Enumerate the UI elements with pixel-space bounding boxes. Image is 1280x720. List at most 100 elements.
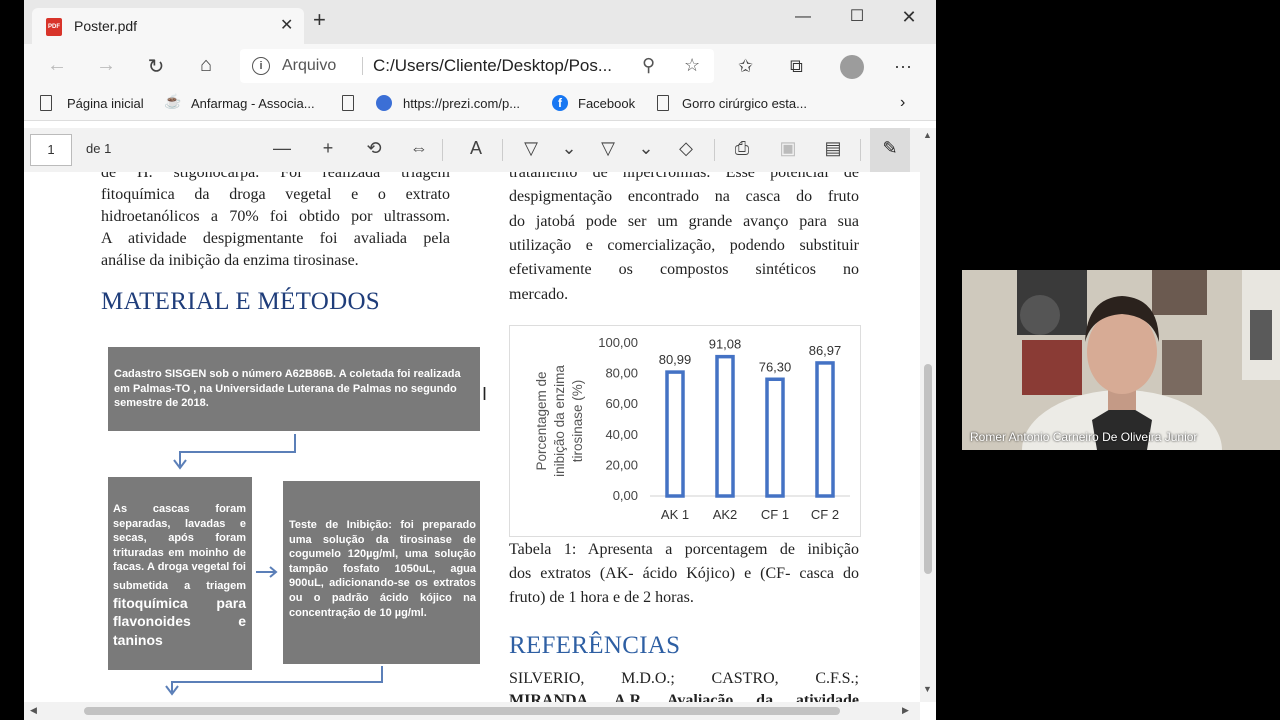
- text-line: efetivamente os compostos sintéticos no: [509, 261, 859, 279]
- close-tab-icon[interactable]: ✕: [280, 15, 293, 35]
- page-icon: [40, 95, 52, 111]
- flow-box-registration-text: Cadastro SISGEN sob o número A62B86B. A …: [114, 368, 461, 410]
- refresh-icon[interactable]: ↻: [143, 54, 169, 79]
- maximize-icon[interactable]: ☐: [842, 6, 872, 28]
- vertical-scroll-thumb[interactable]: [924, 364, 932, 574]
- info-icon[interactable]: i: [252, 57, 270, 75]
- x-tick-label: CF 1: [761, 507, 789, 522]
- flow-box-preparation-highlight: fitoquímica para flavonoides e taninos: [113, 594, 246, 648]
- favorites-bar: Página inicial ☕ Anfarmag - Associa... h…: [24, 90, 936, 121]
- prezi-icon: [376, 95, 392, 111]
- new-tab-icon[interactable]: +: [313, 9, 326, 31]
- webcam-video: Romer Antonio Carneiro De Oliveira Junio…: [962, 270, 1280, 450]
- text-line: despigmentação encontrado na casca do fr…: [509, 188, 859, 206]
- horizontal-scrollbar[interactable]: ◀ ▶: [24, 702, 920, 720]
- zoom-out-icon[interactable]: —: [270, 138, 294, 159]
- chart-container: 0,00 20,00 40,00 60,00 80,00 100,00 80,99 AK 1 9…: [509, 325, 861, 537]
- browser-window: PDF Poster.pdf ✕ + — ☐ ✕ ← → ↻ ⌂ i Arqui…: [24, 0, 936, 720]
- draw-icon[interactable]: ▽: [519, 138, 543, 159]
- address-scheme-label: Arquivo: [282, 57, 337, 74]
- data-label: 80,99: [659, 352, 692, 367]
- chevron-right-icon[interactable]: ›: [900, 94, 905, 112]
- print-icon[interactable]: ⎙: [730, 138, 754, 159]
- back-icon[interactable]: ←: [44, 54, 70, 77]
- favorite-facebook[interactable]: Facebook: [578, 96, 635, 111]
- bar-ak1: [665, 370, 685, 498]
- pin-toolbar-button[interactable]: ✎: [870, 128, 910, 172]
- reference-line-1: SILVERIO, M.D.O.; CASTRO, C.F.S.;: [509, 670, 859, 687]
- scroll-down-icon[interactable]: ▼: [923, 684, 932, 694]
- read-aloud-icon[interactable]: A: [464, 138, 488, 159]
- save-as-icon[interactable]: ▤: [821, 138, 845, 159]
- favorite-pagina-inicial[interactable]: Página inicial: [67, 96, 144, 111]
- zoom-in-icon[interactable]: +: [316, 138, 340, 159]
- scroll-right-icon[interactable]: ▶: [902, 705, 909, 716]
- bar-chart: 0,00 20,00 40,00 60,00 80,00 100,00 80,99 AK 1 9…: [534, 335, 850, 522]
- facebook-icon: f: [552, 95, 568, 111]
- page-count-label: de 1: [86, 141, 112, 156]
- data-label: 76,30: [759, 359, 792, 374]
- zoom-icon[interactable]: ⚲: [642, 55, 655, 76]
- address-divider: [362, 57, 363, 75]
- flow-arrow-bottom: [165, 666, 383, 696]
- data-label: 86,97: [809, 343, 842, 358]
- rotate-icon[interactable]: ⟲: [362, 138, 386, 159]
- chevron-down-icon[interactable]: ⌄: [557, 138, 581, 159]
- y-tick-label: 0,00: [613, 488, 638, 503]
- y-tick-label: 80,00: [605, 366, 638, 381]
- webcam-person-image: [962, 270, 1280, 450]
- scroll-left-icon[interactable]: ◀: [30, 705, 37, 716]
- tab-poster[interactable]: PDF Poster.pdf ✕: [32, 8, 304, 44]
- section-heading-methods: MATERIAL E MÉTODOS: [101, 288, 381, 315]
- page-icon: [657, 95, 669, 111]
- flow-arrow-right: [256, 566, 278, 578]
- favorite-gorro[interactable]: Gorro cirúrgico esta...: [682, 96, 807, 111]
- eraser-icon[interactable]: ◇: [674, 138, 698, 159]
- more-menu-icon[interactable]: ···: [894, 56, 912, 77]
- bar-cf2: [815, 361, 835, 498]
- save-icon[interactable]: ▣: [776, 138, 800, 159]
- page-number-input[interactable]: 1: [30, 134, 72, 166]
- text-line: utilização e comercialização, podendo su…: [509, 236, 859, 254]
- pdf-page-view: de H. stigonocarpa. Foi realizada triage…: [24, 172, 920, 702]
- home-icon[interactable]: ⌂: [193, 54, 219, 77]
- bar-cf1: [765, 377, 785, 498]
- text-line: A atividade despigmentante foi avaliada …: [101, 230, 450, 247]
- y-axis-label: inibição da enzima: [552, 365, 567, 477]
- fit-width-icon[interactable]: ⇔: [407, 138, 431, 159]
- profile-avatar[interactable]: [840, 55, 864, 79]
- pdf-toolbar: 1 de 1 — + ⟲ ⇔ A ▽ ⌄ ▽ ⌄ ◇ ⎙ ▣ ▤ ✎: [24, 128, 936, 173]
- text-line: hidroetanólicos a 70% foi obtido por ult…: [101, 208, 450, 225]
- pin-icon: ✎: [882, 138, 898, 158]
- add-favorite-icon[interactable]: ☆: [684, 55, 700, 76]
- reference-line-2: MIRANDA, A.R. Avaliação da atividade: [509, 692, 859, 702]
- favorite-anfarmag[interactable]: Anfarmag - Associa...: [191, 96, 315, 111]
- collections-icon[interactable]: ⧉: [790, 56, 803, 77]
- toolbar-divider: [714, 139, 715, 161]
- favorite-prezi[interactable]: https://prezi.com/p...: [403, 96, 520, 111]
- participant-name: Romer Antonio Carneiro De Oliveira Junio…: [970, 430, 1198, 444]
- chevron-down-icon[interactable]: ⌄: [634, 138, 658, 159]
- flow-arrow-down: [173, 434, 296, 470]
- section-heading-references: REFERÊNCIAS: [509, 632, 681, 659]
- flow-box-inhibition-test: Teste de Inibição: foi preparado uma sol…: [283, 481, 480, 664]
- toolbar-divider: [442, 139, 443, 161]
- text-line: análise da inibição da enzima tirosinase…: [101, 252, 359, 269]
- flow-box-preparation: As cascas foram separadas, lavadas e sec…: [108, 477, 252, 670]
- close-window-icon[interactable]: ✕: [894, 6, 924, 28]
- scroll-up-icon[interactable]: ▲: [923, 130, 932, 140]
- forward-icon[interactable]: →: [93, 54, 119, 77]
- text-line: tratamento de hipercromias. Esse potenci…: [509, 172, 859, 181]
- horizontal-scroll-thumb[interactable]: [84, 707, 840, 715]
- flow-box-registration: Cadastro SISGEN sob o número A62B86B. A …: [108, 347, 480, 431]
- vertical-scrollbar[interactable]: ▲ ▼: [920, 128, 936, 702]
- address-bar[interactable]: i Arquivo C:/Users/Cliente/Desktop/Pos..…: [240, 49, 714, 83]
- highlight-icon[interactable]: ▽: [596, 138, 620, 159]
- x-tick-label: AK2: [713, 507, 738, 522]
- favorites-icon[interactable]: ✩: [738, 56, 753, 77]
- text-line: dos extratos (AK- ácido Kójico) e (CF- c…: [509, 565, 859, 582]
- address-url[interactable]: C:/Users/Cliente/Desktop/Pos...: [373, 56, 612, 76]
- minimize-icon[interactable]: —: [788, 6, 818, 28]
- data-label: 91,08: [709, 337, 742, 352]
- text-line: mercado.: [509, 285, 569, 303]
